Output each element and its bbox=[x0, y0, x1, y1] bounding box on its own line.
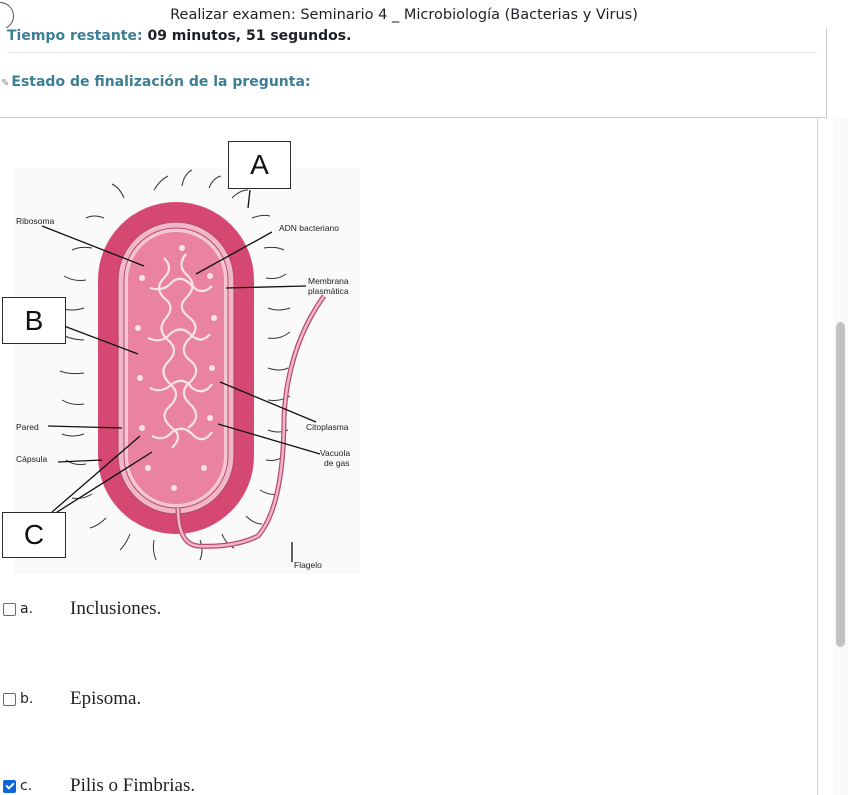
option-c-text[interactable]: Pilis o Fimbrias. bbox=[70, 775, 195, 795]
label-membrana-2: plasmática bbox=[308, 286, 349, 296]
answer-option-b[interactable]: b. Episoma. bbox=[3, 688, 141, 710]
option-a-letter: a. bbox=[20, 601, 34, 617]
option-b-text[interactable]: Episoma. bbox=[70, 688, 141, 710]
timer-label: Tiempo restante: bbox=[7, 28, 143, 44]
answer-option-a[interactable]: a. Inclusiones. bbox=[3, 598, 161, 620]
option-b-letter: b. bbox=[20, 691, 34, 707]
label-adn: ADN bacteriano bbox=[279, 223, 339, 233]
quiz-info-panel: Tiempo restante: 09 minutos, 51 segundos… bbox=[0, 28, 827, 118]
window-title: Realizar examen: Seminario 4 _ Microbiol… bbox=[170, 7, 638, 23]
answer-option-c[interactable]: c. Pilis o Fimbrias. bbox=[3, 775, 195, 795]
option-b-checkbox[interactable] bbox=[3, 692, 16, 706]
timer: Tiempo restante: 09 minutos, 51 segundos… bbox=[7, 28, 351, 44]
label-vacuola-2: de gas bbox=[324, 458, 350, 468]
option-a-checkbox[interactable] bbox=[3, 602, 16, 616]
timer-value: 09 minutos, 51 segundos. bbox=[147, 28, 352, 44]
pencil-icon: ✎ bbox=[1, 78, 10, 89]
option-c-checkbox[interactable] bbox=[3, 779, 16, 793]
status-label: Estado de finalización de la pregunta: bbox=[11, 74, 311, 90]
label-capsula: Cápsula bbox=[16, 454, 47, 464]
label-membrana-1: Membrana bbox=[308, 276, 349, 286]
label-pared: Pared bbox=[16, 422, 39, 432]
option-a-text[interactable]: Inclusiones. bbox=[70, 598, 161, 620]
label-box-b: B bbox=[2, 297, 66, 344]
label-ribosoma: Ribosoma bbox=[16, 216, 55, 226]
question-status[interactable]: ✎ Estado de finalización de la pregunta: bbox=[1, 74, 311, 90]
label-box-a: A bbox=[228, 141, 291, 189]
scrollbar-thumb[interactable] bbox=[836, 322, 845, 647]
label-box-c: C bbox=[2, 512, 66, 558]
content-border bbox=[817, 118, 818, 795]
label-flagelo: Flagelo bbox=[294, 560, 322, 570]
label-citoplasma: Citoplasma bbox=[306, 422, 349, 432]
divider bbox=[7, 52, 817, 53]
label-vacuola-1: Vacuola bbox=[320, 448, 350, 458]
option-c-letter: c. bbox=[20, 778, 33, 794]
